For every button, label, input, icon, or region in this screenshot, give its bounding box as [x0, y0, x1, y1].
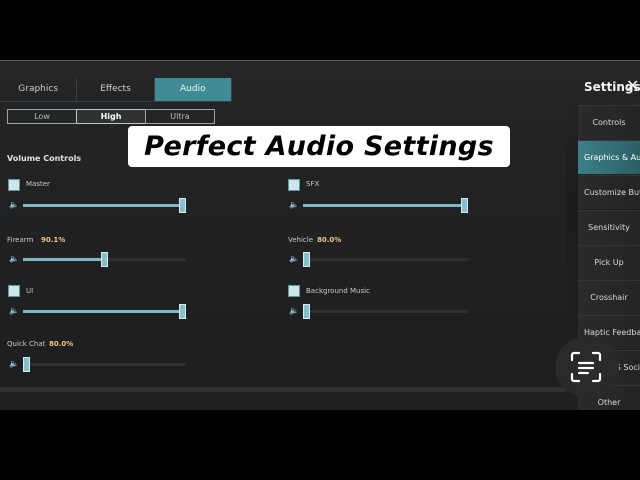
sfx-slider-fill	[303, 204, 465, 207]
close-icon[interactable]: ✕	[626, 78, 639, 94]
sidebar-item-customize-buttons[interactable]: Customize Butt	[578, 175, 640, 209]
scan-text-icon	[570, 351, 602, 383]
master-slider-fill	[23, 204, 183, 207]
speaker-icon: 🔈	[9, 254, 19, 263]
master-label: Master	[26, 180, 50, 188]
quality-low-button[interactable]: Low	[7, 109, 77, 124]
master-slider-handle[interactable]	[179, 198, 186, 213]
speaker-icon: 🔈	[9, 200, 19, 209]
speaker-icon: 🔈	[9, 306, 19, 315]
background-music-checkbox[interactable]	[288, 285, 300, 297]
ui-slider-fill	[23, 310, 183, 313]
firearm-slider-handle[interactable]	[101, 252, 108, 267]
top-border	[0, 60, 640, 61]
quick-chat-label: Quick Chat	[7, 340, 46, 348]
background-music-slider-handle[interactable]	[303, 304, 310, 319]
vehicle-slider-handle[interactable]	[303, 252, 310, 267]
sidebar-item-controls[interactable]: Controls	[578, 105, 640, 140]
ui-checkbox[interactable]	[8, 285, 20, 297]
speaker-icon: 🔈	[9, 359, 19, 368]
tab-audio[interactable]: Audio	[154, 78, 232, 101]
quick-chat-slider[interactable]	[23, 357, 186, 372]
quick-chat-slider-handle[interactable]	[23, 357, 30, 372]
sidebar-item-crosshair[interactable]: Crosshair	[578, 280, 640, 315]
speaker-icon: 🔈	[289, 200, 299, 209]
master-checkbox[interactable]	[8, 179, 20, 191]
sidebar-item-pick-up[interactable]: Pick Up	[578, 245, 640, 280]
quick-chat-value: 80.0%	[49, 340, 74, 348]
quality-high-button[interactable]: High	[76, 109, 146, 124]
sfx-slider-handle[interactable]	[461, 198, 468, 213]
vehicle-label: Vehicle	[288, 236, 314, 244]
firearm-slider[interactable]	[23, 252, 186, 267]
ui-slider-handle[interactable]	[179, 304, 186, 319]
ui-slider[interactable]	[23, 304, 186, 319]
firearm-label: Firearm	[7, 236, 34, 244]
tab-graphics[interactable]: Graphics	[0, 78, 78, 101]
tabs-divider	[0, 101, 232, 102]
vehicle-value: 80.0%	[317, 236, 342, 244]
sfx-slider[interactable]	[303, 198, 468, 213]
firearm-slider-fill	[23, 258, 105, 261]
sfx-label: SFX	[306, 180, 320, 188]
speaker-icon: 🔈	[289, 306, 299, 315]
title-banner: Perfect Audio Settings	[128, 126, 510, 167]
settings-tabs: Graphics Effects Audio	[0, 78, 232, 101]
background-music-label: Background Music	[306, 287, 370, 295]
master-slider[interactable]	[23, 198, 186, 213]
audio-quality-selector: Low High Ultra	[7, 109, 215, 124]
game-screen: Graphics Effects Audio Settings ✕ Low Hi…	[0, 60, 640, 410]
background-music-slider[interactable]	[303, 304, 468, 319]
panel-divider	[0, 387, 566, 392]
tab-effects[interactable]: Effects	[77, 78, 155, 101]
firearm-value: 90.1%	[41, 236, 66, 244]
sidebar-item-sensitivity[interactable]: Sensitivity	[578, 210, 640, 245]
speaker-icon: 🔈	[289, 254, 299, 263]
ui-label: UI	[26, 287, 34, 295]
vehicle-slider[interactable]	[303, 252, 468, 267]
section-title: Volume Controls	[7, 154, 82, 163]
quality-ultra-button[interactable]: Ultra	[145, 109, 215, 124]
sfx-checkbox[interactable]	[288, 179, 300, 191]
sidebar-item-graphics-audio[interactable]: Graphics & Au	[578, 140, 640, 174]
